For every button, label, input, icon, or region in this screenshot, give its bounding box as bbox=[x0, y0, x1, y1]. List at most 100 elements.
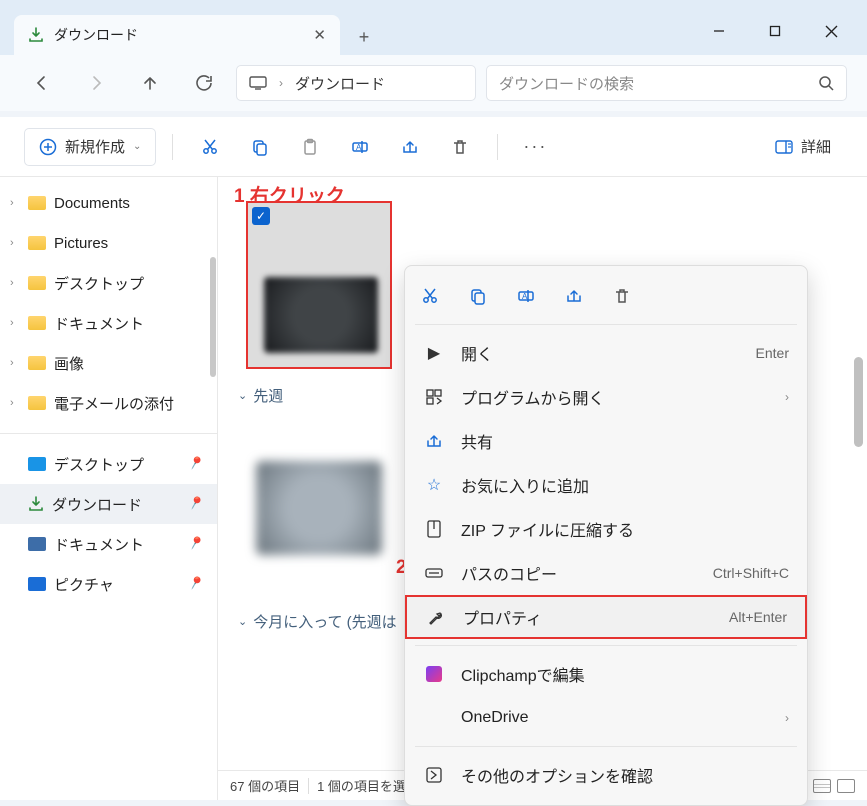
download-icon bbox=[28, 496, 44, 512]
cut-button[interactable] bbox=[419, 285, 441, 307]
plus-circle-icon bbox=[39, 138, 57, 156]
group-this-month[interactable]: ⌄今月に入って (先週は bbox=[238, 611, 397, 632]
titlebar: ダウンロード ✕ + bbox=[0, 0, 867, 55]
close-icon[interactable]: ✕ bbox=[313, 26, 326, 44]
tree-images-folder[interactable]: ›画像 bbox=[0, 343, 217, 383]
ctx-favorite[interactable]: ☆お気に入りに追加 bbox=[405, 463, 807, 507]
quick-documents[interactable]: ドキュメント📍 bbox=[0, 524, 217, 564]
tree-documents[interactable]: ›Documents bbox=[0, 183, 217, 223]
ellipsis-icon: ··· bbox=[523, 136, 547, 157]
pin-icon: 📍 bbox=[184, 533, 206, 555]
rename-button[interactable]: A bbox=[515, 285, 537, 307]
tab-title: ダウンロード bbox=[54, 25, 138, 45]
copy-button[interactable] bbox=[239, 127, 281, 167]
pin-icon: 📍 bbox=[184, 453, 206, 475]
ctx-copy-path[interactable]: パスのコピーCtrl+Shift+C bbox=[405, 551, 807, 595]
ctx-open-with[interactable]: プログラムから開く› bbox=[405, 375, 807, 419]
scrollbar-thumb[interactable] bbox=[210, 257, 216, 377]
address-bar[interactable]: › ダウンロード bbox=[236, 65, 476, 101]
ctx-share[interactable]: 共有 bbox=[405, 419, 807, 463]
new-label: 新規作成 bbox=[65, 136, 125, 157]
view-thumb-icon[interactable] bbox=[837, 779, 855, 793]
delete-button[interactable] bbox=[439, 127, 481, 167]
picture-icon bbox=[28, 577, 46, 591]
clipboard-icon bbox=[301, 138, 319, 156]
detail-button[interactable]: 詳細 bbox=[763, 129, 843, 165]
zip-icon bbox=[423, 520, 445, 538]
search-input[interactable]: ダウンロードの検索 bbox=[486, 65, 847, 101]
view-list-icon[interactable] bbox=[813, 779, 831, 793]
paste-button[interactable] bbox=[289, 127, 331, 167]
search-icon bbox=[818, 75, 834, 91]
rename-button[interactable]: A bbox=[339, 127, 381, 167]
quick-pictures[interactable]: ピクチャ📍 bbox=[0, 564, 217, 604]
more-button[interactable]: ··· bbox=[514, 127, 556, 167]
quick-desktop[interactable]: デスクトップ📍 bbox=[0, 444, 217, 484]
ctx-zip[interactable]: ZIP ファイルに圧縮する bbox=[405, 507, 807, 551]
breadcrumb[interactable]: ダウンロード bbox=[295, 73, 385, 94]
selected-file-thumbnail[interactable]: ✓ bbox=[246, 201, 392, 369]
folder-icon bbox=[28, 356, 46, 370]
tree-desktop-folder[interactable]: ›デスクトップ bbox=[0, 263, 217, 303]
forward-button[interactable] bbox=[74, 63, 118, 103]
folder-icon bbox=[28, 196, 46, 210]
new-tab-button[interactable]: + bbox=[346, 19, 382, 55]
context-quick-actions: A bbox=[405, 274, 807, 318]
tab-downloads[interactable]: ダウンロード ✕ bbox=[14, 15, 340, 55]
close-button[interactable] bbox=[803, 11, 859, 51]
cut-button[interactable] bbox=[189, 127, 231, 167]
share-icon bbox=[401, 138, 419, 156]
share-button[interactable] bbox=[389, 127, 431, 167]
search-placeholder: ダウンロードの検索 bbox=[499, 73, 634, 94]
open-with-icon bbox=[423, 388, 445, 406]
refresh-button[interactable] bbox=[182, 63, 226, 103]
desktop-icon bbox=[28, 457, 46, 471]
group-last-week[interactable]: ⌄先週 bbox=[238, 385, 283, 406]
maximize-button[interactable] bbox=[747, 11, 803, 51]
toolbar: 新規作成 ⌄ A ··· 詳細 bbox=[0, 117, 867, 177]
file-thumbnail[interactable] bbox=[246, 423, 392, 591]
share-button[interactable] bbox=[563, 285, 585, 307]
svg-text:A: A bbox=[356, 143, 362, 152]
delete-button[interactable] bbox=[611, 285, 633, 307]
up-button[interactable] bbox=[128, 63, 172, 103]
folder-icon bbox=[28, 236, 46, 250]
clipchamp-icon bbox=[423, 666, 445, 682]
ctx-more-options[interactable]: その他のオプションを確認 bbox=[405, 753, 807, 797]
back-button[interactable] bbox=[20, 63, 64, 103]
ctx-properties[interactable]: プロパティAlt+Enter bbox=[405, 595, 807, 639]
pin-icon: 📍 bbox=[184, 573, 206, 595]
folder-icon bbox=[28, 316, 46, 330]
copy-path-icon bbox=[423, 565, 445, 581]
window-controls bbox=[691, 7, 859, 55]
minimize-button[interactable] bbox=[691, 11, 747, 51]
chevron-down-icon: ⌄ bbox=[238, 389, 247, 402]
tree-mail-folder[interactable]: ›電子メールの添付 bbox=[0, 383, 217, 423]
document-icon bbox=[28, 537, 46, 551]
tree-docs-folder[interactable]: ›ドキュメント bbox=[0, 303, 217, 343]
rename-icon: A bbox=[351, 138, 369, 156]
rename-icon: A bbox=[517, 287, 535, 305]
new-button[interactable]: 新規作成 ⌄ bbox=[24, 128, 156, 166]
chevron-down-icon: ⌄ bbox=[133, 141, 141, 152]
chevron-down-icon: ⌄ bbox=[238, 615, 247, 628]
detail-label: 詳細 bbox=[801, 136, 831, 157]
star-icon: ☆ bbox=[423, 475, 445, 495]
chevron-right-icon: › bbox=[785, 711, 789, 725]
copy-icon bbox=[469, 287, 487, 305]
sidebar: ›Documents ›Pictures ›デスクトップ ›ドキュメント ›画像… bbox=[0, 177, 218, 800]
folder-icon bbox=[28, 276, 46, 290]
monitor-icon bbox=[249, 76, 267, 90]
navbar: › ダウンロード ダウンロードの検索 bbox=[0, 55, 867, 111]
copy-button[interactable] bbox=[467, 285, 489, 307]
scrollbar-thumb[interactable] bbox=[854, 357, 863, 447]
quick-downloads[interactable]: ダウンロード📍 bbox=[0, 484, 217, 524]
ctx-clipchamp[interactable]: Clipchampで編集 bbox=[405, 652, 807, 696]
checkbox-checked-icon[interactable]: ✓ bbox=[252, 207, 270, 225]
ctx-open[interactable]: ▶開くEnter bbox=[405, 331, 807, 375]
tree-pictures[interactable]: ›Pictures bbox=[0, 223, 217, 263]
thumbnail-image bbox=[264, 277, 378, 353]
ctx-onedrive[interactable]: OneDrive› bbox=[405, 696, 807, 740]
play-icon: ▶ bbox=[423, 343, 445, 363]
detail-pane-icon bbox=[775, 140, 793, 154]
